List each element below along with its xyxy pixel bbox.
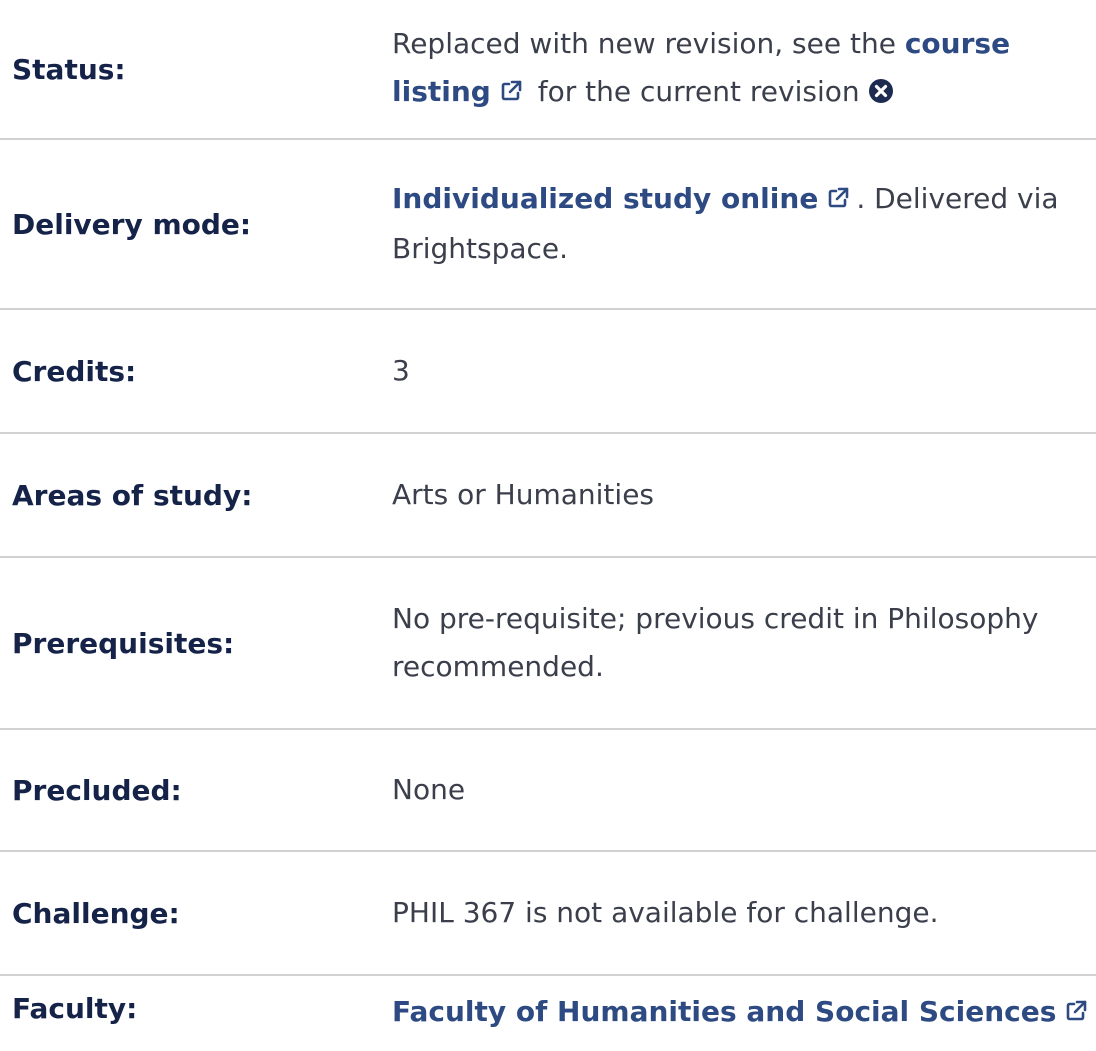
precluded-label: Precluded: <box>12 773 182 807</box>
challenge-value: PHIL 367 is not available for challenge. <box>392 896 939 929</box>
individualized-study-link[interactable]: Individualized study online <box>392 182 856 215</box>
external-link-icon[interactable] <box>499 70 523 118</box>
individualized-study-link-text[interactable]: Individualized study online <box>392 182 818 215</box>
credits-label: Credits: <box>12 354 137 388</box>
prerequisites-value: No pre-requisite; previous credit in Phi… <box>392 558 1096 728</box>
status-value: Replaced with new revision, see the cour… <box>392 0 1096 138</box>
circle-x-icon <box>868 71 894 119</box>
areas-of-study-row: Areas of study: Arts or Humanities <box>0 434 1096 558</box>
status-text-after: for the current revision <box>528 74 860 108</box>
areas-of-study-value: Arts or Humanities <box>392 478 655 511</box>
challenge-row: Challenge: PHIL 367 is not available for… <box>0 852 1096 976</box>
prerequisites-row: Prerequisites: No pre-requisite; previou… <box>0 558 1096 730</box>
course-info-table: Status: Replaced with new revision, see … <box>0 0 1096 1051</box>
precluded-value: None <box>392 773 466 806</box>
status-row: Status: Replaced with new revision, see … <box>0 0 1096 140</box>
challenge-label: Challenge: <box>12 896 180 930</box>
areas-of-study-label: Areas of study: <box>12 478 253 512</box>
credits-row: Credits: 3 <box>0 310 1096 434</box>
faculty-value: Faculty of Humanities and Social Science… <box>392 976 1096 1051</box>
prerequisites-text: No pre-requisite; previous credit in Phi… <box>392 602 1039 683</box>
faculty-link[interactable]: Faculty of Humanities and Social Science… <box>392 995 1094 1028</box>
credits-value: 3 <box>392 354 410 387</box>
faculty-link-text[interactable]: Faculty of Humanities and Social Science… <box>392 995 1056 1028</box>
external-link-icon[interactable] <box>1064 990 1088 1038</box>
delivery-mode-row: Delivery mode: Individualized study onli… <box>0 140 1096 310</box>
faculty-label: Faculty: <box>12 992 138 1025</box>
precluded-row: Precluded: None <box>0 730 1096 852</box>
status-text-before: Replaced with new revision, see the <box>392 26 905 60</box>
status-label: Status: <box>12 52 126 86</box>
delivery-mode-label: Delivery mode: <box>12 207 252 241</box>
prerequisites-label: Prerequisites: <box>12 626 235 660</box>
delivery-mode-value: Individualized study online. Delivered v… <box>392 140 1096 308</box>
faculty-row: Faculty: Faculty of Humanities and Socia… <box>0 976 1096 1051</box>
external-link-icon[interactable] <box>826 177 850 225</box>
